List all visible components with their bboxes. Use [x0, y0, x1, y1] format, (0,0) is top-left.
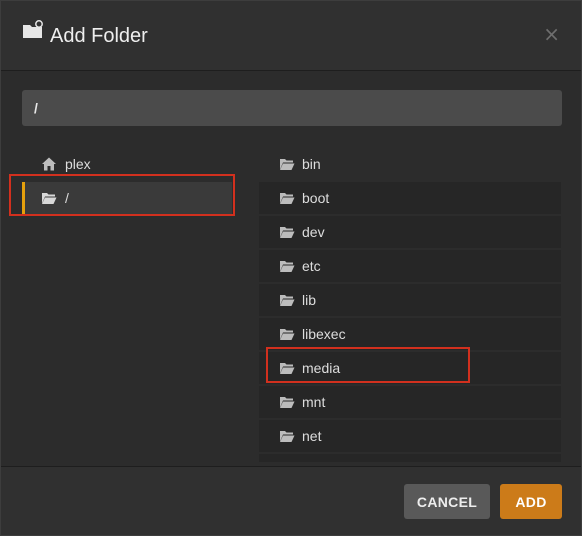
- cancel-button[interactable]: CANCEL: [404, 484, 490, 519]
- folder-open-icon: [280, 261, 295, 272]
- shortcut-list: plex /: [22, 148, 232, 216]
- folder-item-libexec[interactable]: libexec: [259, 318, 561, 350]
- shortcut-item-root[interactable]: /: [22, 182, 232, 214]
- folder-label: dev: [302, 224, 325, 240]
- folder-label: lib: [302, 292, 317, 308]
- folder-item-dev[interactable]: dev: [259, 216, 561, 248]
- folder-open-icon: [280, 193, 295, 204]
- shortcut-item-plex[interactable]: plex: [22, 148, 232, 180]
- folder-open-icon: [280, 363, 295, 374]
- folder-open-icon: [280, 295, 295, 306]
- folder-label: net: [302, 428, 322, 444]
- folder-item-lib[interactable]: lib: [259, 284, 561, 316]
- folder-label: bin: [302, 156, 321, 172]
- path-input[interactable]: /: [22, 90, 562, 126]
- folder-list[interactable]: bin boot dev etc lib libexec media mnt n…: [259, 148, 561, 462]
- folder-item-boot[interactable]: boot: [259, 182, 561, 214]
- close-icon[interactable]: ×: [543, 23, 560, 45]
- folder-item-bin[interactable]: bin: [259, 148, 561, 180]
- path-value: /: [34, 100, 38, 116]
- dialog-header: Add Folder ×: [1, 1, 581, 71]
- folder-open-icon: [280, 159, 295, 170]
- folder-label: media: [302, 360, 341, 376]
- folder-item-media[interactable]: media: [259, 352, 561, 384]
- folder-open-icon: [280, 329, 295, 340]
- dialog-footer: CANCEL ADD: [1, 466, 581, 535]
- folder-label: boot: [302, 190, 330, 206]
- folder-item-etc[interactable]: etc: [259, 250, 561, 282]
- folder-item-proc[interactable]: proc: [259, 454, 561, 462]
- shortcut-label: /: [65, 190, 69, 206]
- folder-item-net[interactable]: net: [259, 420, 561, 452]
- shortcut-label: plex: [65, 156, 91, 172]
- folder-item-mnt[interactable]: mnt: [259, 386, 561, 418]
- folder-label: mnt: [302, 394, 326, 410]
- folder-open-icon: [280, 431, 295, 442]
- folder-open-icon: [42, 193, 57, 204]
- home-icon: [42, 157, 56, 171]
- folder-label: libexec: [302, 326, 346, 342]
- add-folder-dialog: Add Folder × / plex / bin boot dev etc l…: [0, 0, 582, 536]
- dialog-title: Add Folder: [50, 25, 148, 47]
- folder-open-icon: [280, 397, 295, 408]
- folder-label: etc: [302, 258, 321, 274]
- add-button[interactable]: ADD: [500, 484, 562, 519]
- folder-open-icon: [280, 227, 295, 238]
- folder-add-icon: [23, 20, 43, 38]
